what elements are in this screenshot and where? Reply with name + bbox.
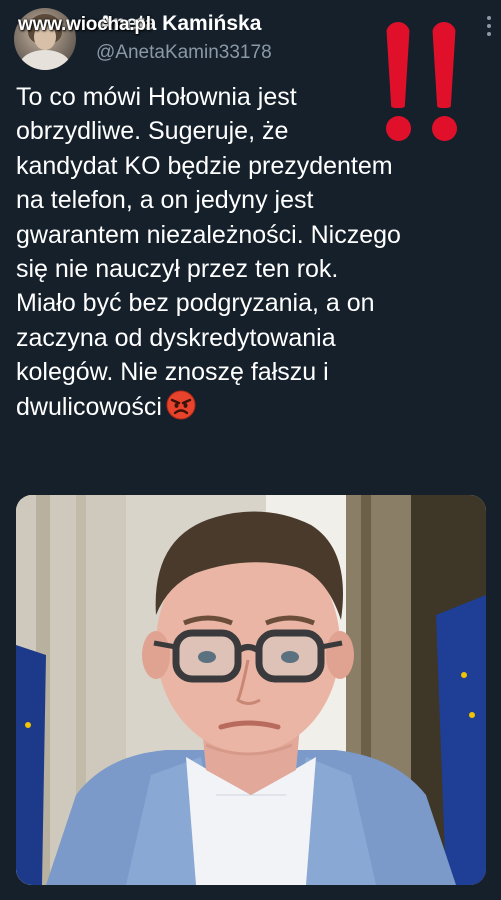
tweet-text-line: obrzydliwe. Sugeruje, że bbox=[16, 117, 289, 146]
more-options-dot bbox=[487, 16, 491, 20]
tweet-text: To co mówi Hołownia jest obrzydliwe. Sug… bbox=[16, 80, 486, 424]
more-options-icon[interactable] bbox=[487, 16, 493, 36]
tweet-text-line: gwarantem niezależności. Niczego bbox=[16, 220, 401, 249]
tweet-card: www.wiocha.pl Aneta Kamińska @AnetaKamin… bbox=[0, 0, 501, 900]
tweet-text-line: na telefon, a on jedyny jest bbox=[16, 186, 314, 215]
more-options-dot bbox=[487, 24, 491, 28]
watermark: www.wiocha.pl bbox=[18, 14, 151, 35]
tweet-text-last-words: dwulicowości bbox=[16, 392, 162, 421]
tweet-text-line-last: dwulicowości bbox=[16, 390, 486, 424]
tweet-photo[interactable] bbox=[16, 495, 486, 885]
angry-face-icon bbox=[166, 390, 196, 420]
tweet-text-line: się nie nauczył przez ten rok. bbox=[16, 255, 339, 284]
tweet-text-line: zaczyna od dyskredytowania bbox=[16, 323, 336, 352]
more-options-dot bbox=[487, 32, 491, 36]
tweet-text-line: kandydat KO będzie prezydentem bbox=[16, 151, 393, 180]
portrait-illustration bbox=[16, 495, 486, 885]
tweet-text-line: kolegów. Nie znoszę fałszu i bbox=[16, 358, 329, 387]
avatar-shoulders bbox=[20, 50, 70, 70]
author-handle[interactable]: @AnetaKamin33178 bbox=[96, 42, 272, 64]
tweet-text-line: Miało być bez podgryzania, a on bbox=[16, 289, 375, 318]
tweet-text-line: To co mówi Hołownia jest bbox=[16, 83, 297, 111]
